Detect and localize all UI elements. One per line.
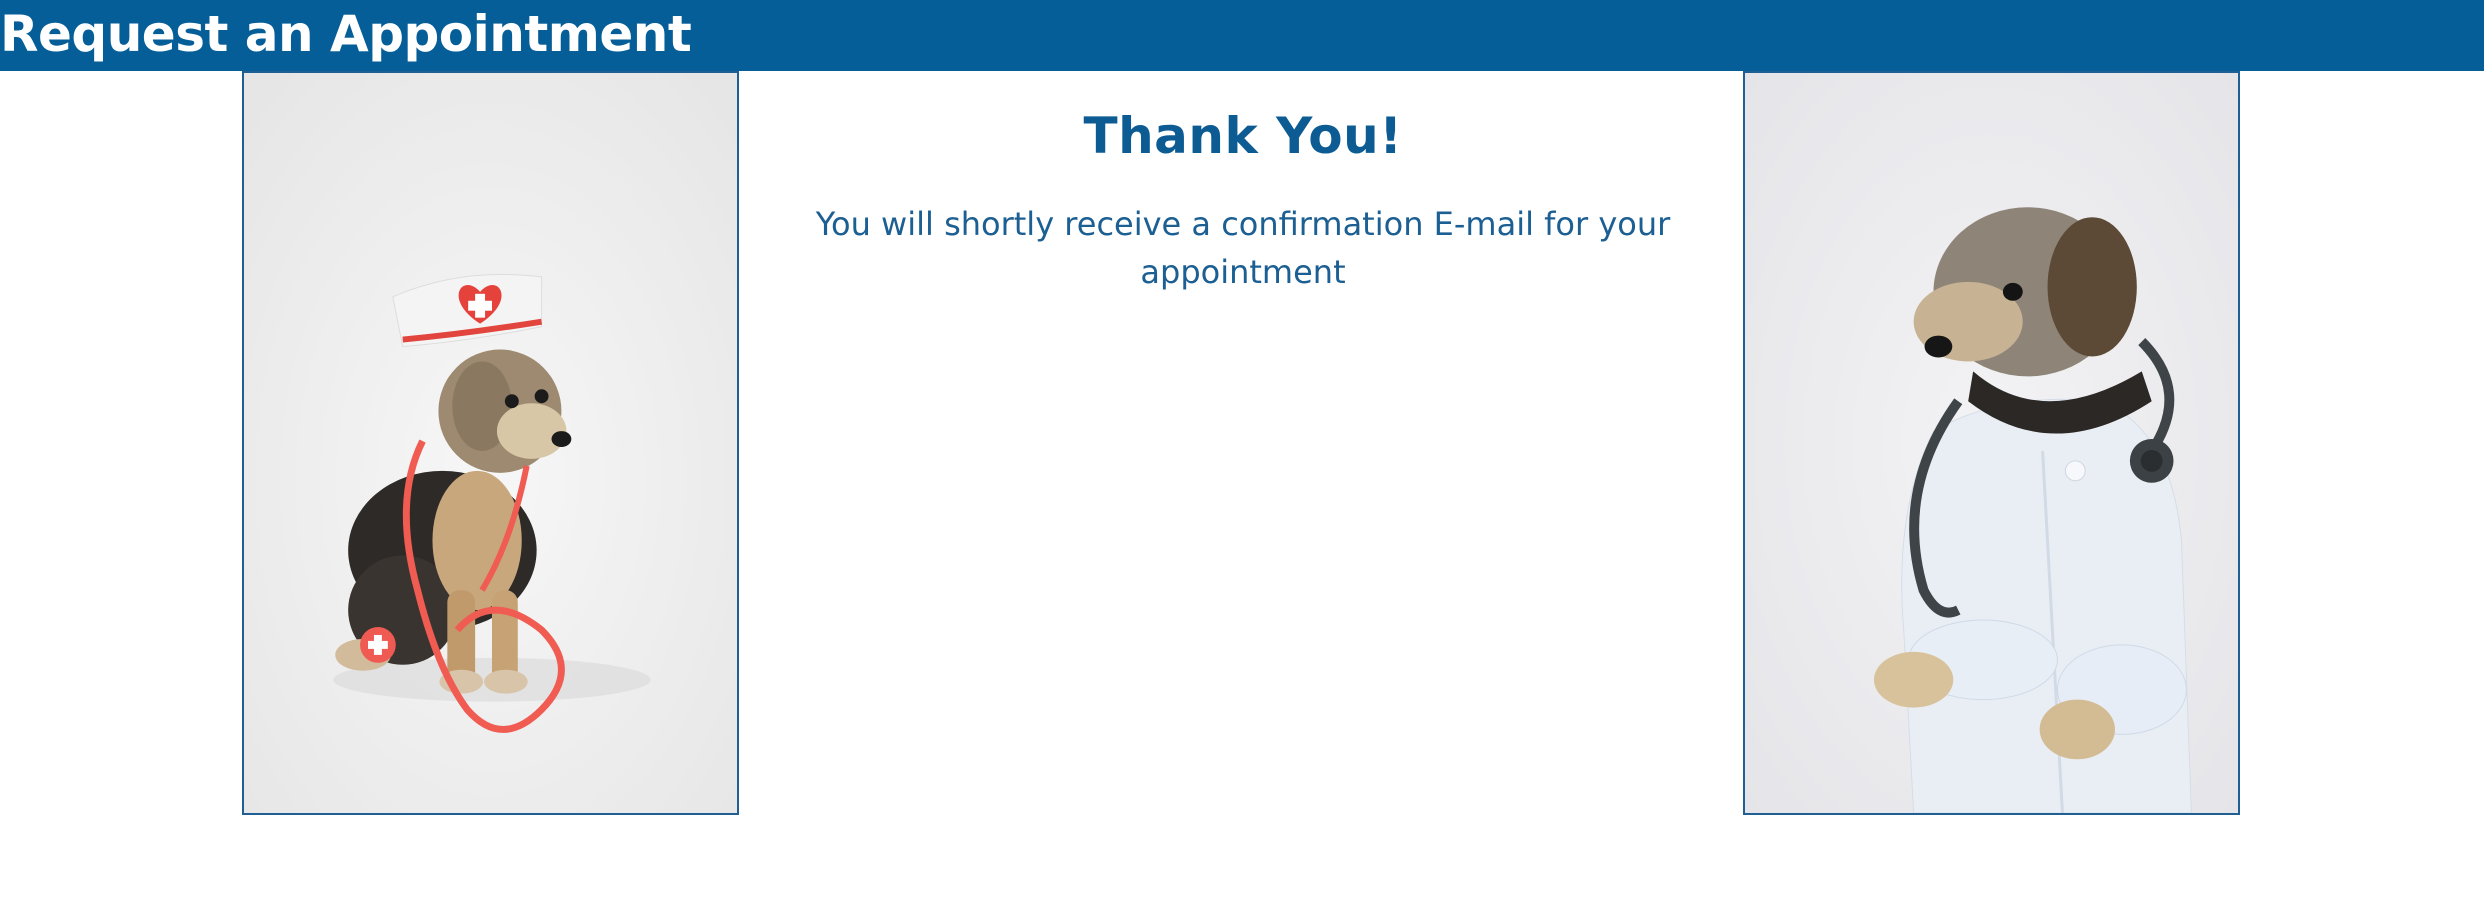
confirmation-message: You will shortly receive a confirmation … xyxy=(815,205,1671,291)
dog-nurse-illustration xyxy=(244,73,737,813)
dog-doctor-illustration xyxy=(1745,73,2238,813)
page-title: Request an Appointment xyxy=(0,5,692,63)
thank-you-heading: Thank You! xyxy=(1083,107,1403,165)
dog-nurse-photo xyxy=(242,71,739,815)
dog-doctor-photo xyxy=(1743,71,2240,815)
page-header: Request an Appointment xyxy=(0,0,2484,71)
confirmation-panel: Thank You! You will shortly receive a co… xyxy=(760,106,1726,296)
